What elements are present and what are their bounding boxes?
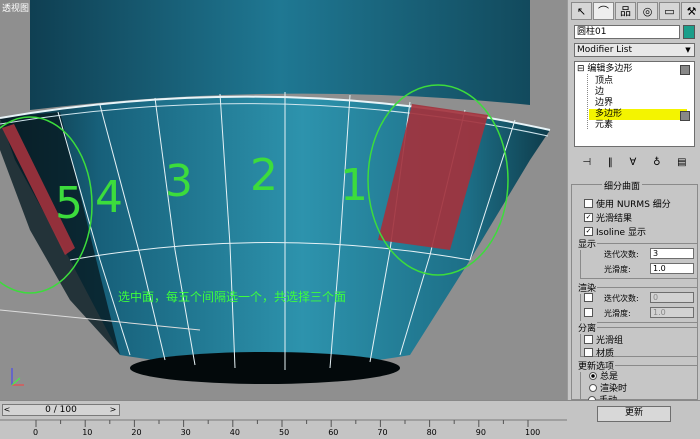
render-smoothness-checkbox[interactable] (584, 308, 593, 317)
render-iterations-checkbox[interactable] (584, 293, 593, 302)
modifier-list-dropdown[interactable]: Modifier List ▼ (574, 43, 695, 57)
face-number-1: 1 (340, 160, 368, 211)
time-tick-label: 60 (328, 428, 339, 437)
stack-item-polygon[interactable]: 多边形 (589, 109, 687, 120)
pin-stack-icon[interactable]: ⊣ (582, 157, 591, 168)
hierarchy-tab-icon[interactable]: 品 (615, 2, 636, 20)
modify-tab-icon[interactable]: ⌒ (593, 2, 614, 20)
stack-item-border[interactable]: 边界 (595, 98, 613, 109)
perspective-viewport[interactable]: 5 4 3 2 1 透视图 选中面，每五个间隔选一个，共选择三个面 (0, 0, 567, 400)
time-tick-label: 0 (33, 428, 39, 437)
smoothness-spinner[interactable]: 1.0 (650, 263, 694, 274)
face-number-2: 2 (250, 150, 278, 201)
time-tick-label: 20 (131, 428, 142, 437)
checkbox-icon[interactable] (584, 335, 593, 344)
stack-root-item[interactable]: ⊟ 编辑多边形 (577, 64, 632, 75)
materials-checkbox[interactable]: 材质 (584, 346, 614, 359)
time-tick-label: 40 (229, 428, 240, 437)
time-slider-label: 0 / 100 (45, 405, 77, 415)
render-smoothness-label: 光滑度: (604, 309, 631, 318)
checkbox-icon[interactable] (584, 199, 593, 208)
display-group-title: 显示 (577, 237, 598, 250)
use-nurms-label: 使用 NURMS 细分 (596, 200, 671, 210)
show-end-result-icon[interactable]: ‖ (608, 157, 613, 168)
panel-tabs: ↖ ⌒ 品 ◎ ▭ ⚒ (571, 2, 700, 20)
smooth-result-label: 光滑结果 (596, 214, 633, 224)
axis-gizmo-icon (11, 368, 24, 386)
radio-selected-icon[interactable] (589, 371, 597, 380)
stack-item-edge[interactable]: 边 (595, 87, 604, 98)
checkbox-checked-icon[interactable]: ✓ (584, 213, 593, 222)
stack-item-vertex[interactable]: 顶点 (595, 76, 613, 87)
chevron-right-icon[interactable]: > (108, 404, 118, 416)
materials-label: 材质 (596, 349, 615, 359)
display-tab-icon[interactable]: ▭ (659, 2, 680, 20)
modifier-stack[interactable]: ⊟ 编辑多边形 顶点 边 边界 多边形 元素 (574, 61, 695, 147)
stack-root-toggle-icon[interactable] (680, 65, 690, 75)
time-ticks (35, 420, 529, 427)
checkbox-icon[interactable] (584, 348, 593, 357)
configure-sets-icon[interactable]: ▤ (677, 157, 686, 168)
upper-cylinder (30, 0, 530, 110)
command-panel: ↖ ⌒ 品 ◎ ▭ ⚒ 圆柱01 Modifier List ▼ ⊟ 编辑多边形… (567, 0, 700, 406)
create-tab-icon[interactable]: ↖ (571, 2, 592, 20)
motion-tab-icon[interactable]: ◎ (637, 2, 658, 20)
make-unique-icon[interactable]: ∀ (630, 157, 637, 168)
face-number-4: 4 (95, 172, 123, 223)
chevron-left-icon[interactable]: < (2, 404, 12, 416)
time-tick-label: 30 (180, 428, 191, 437)
time-tick-label: 90 (475, 428, 486, 437)
stack-tools: ⊣ ‖ ∀ ♁ ▤ (574, 154, 695, 170)
smoothing-groups-checkbox[interactable]: 光滑组 (584, 333, 623, 346)
render-iterations-spinner[interactable]: 0 (650, 292, 694, 303)
chevron-down-icon[interactable]: ▼ (683, 45, 693, 55)
time-tick-label: 50 (279, 428, 290, 437)
iterations-label: 迭代次数: (604, 250, 639, 259)
update-button[interactable]: 更新 (597, 406, 671, 422)
object-color-swatch[interactable] (683, 25, 695, 39)
subdivision-rollout: 细分曲面 使用 NURMS 细分 ✓ 光滑结果 ✓ Isoline 显示 显示 … (571, 179, 698, 400)
viewport-label[interactable]: 透视图 (2, 1, 29, 14)
radio-icon[interactable] (589, 383, 597, 392)
stack-tree-line (587, 74, 589, 129)
face-number-3: 3 (165, 156, 193, 207)
smooth-result-checkbox[interactable]: ✓ 光滑结果 (584, 211, 632, 224)
3d-scene[interactable]: 5 4 3 2 1 (0, 0, 567, 400)
smoothness-label: 光滑度: (604, 265, 631, 274)
stack-root-label: 编辑多边形 (587, 64, 633, 74)
isoline-label: Isoline 显示 (596, 228, 646, 238)
time-tick-label: 100 (525, 428, 541, 437)
render-smoothness-spinner[interactable]: 1.0 (650, 307, 694, 318)
collapse-icon[interactable]: ⊟ (577, 64, 585, 74)
remove-modifier-icon[interactable]: ♁ (653, 157, 660, 168)
modifier-list-label: Modifier List (577, 45, 632, 55)
stack-item-element[interactable]: 元素 (595, 120, 613, 131)
bottom-opening (130, 352, 400, 384)
object-name-field[interactable]: 圆柱01 (574, 25, 680, 39)
checkbox-checked-icon[interactable]: ✓ (584, 227, 593, 236)
rollout-header[interactable]: 细分曲面 (602, 179, 643, 192)
time-slider[interactable]: 0 / 100 (2, 404, 120, 416)
iterations-spinner[interactable]: 3 (650, 248, 694, 259)
smoothing-groups-label: 光滑组 (596, 336, 624, 346)
time-tick-label: 70 (377, 428, 388, 437)
render-iterations-label: 迭代次数: (604, 294, 639, 303)
face-number-5: 5 (55, 178, 83, 229)
utilities-tab-icon[interactable]: ⚒ (681, 2, 700, 20)
stack-polygon-toggle-icon[interactable] (680, 111, 690, 121)
time-tick-label: 10 (82, 428, 93, 437)
annotation-text: 选中面，每五个间隔选一个，共选择三个面 (118, 290, 347, 304)
use-nurms-checkbox[interactable]: 使用 NURMS 细分 (584, 197, 671, 210)
time-tick-label: 80 (426, 428, 437, 437)
